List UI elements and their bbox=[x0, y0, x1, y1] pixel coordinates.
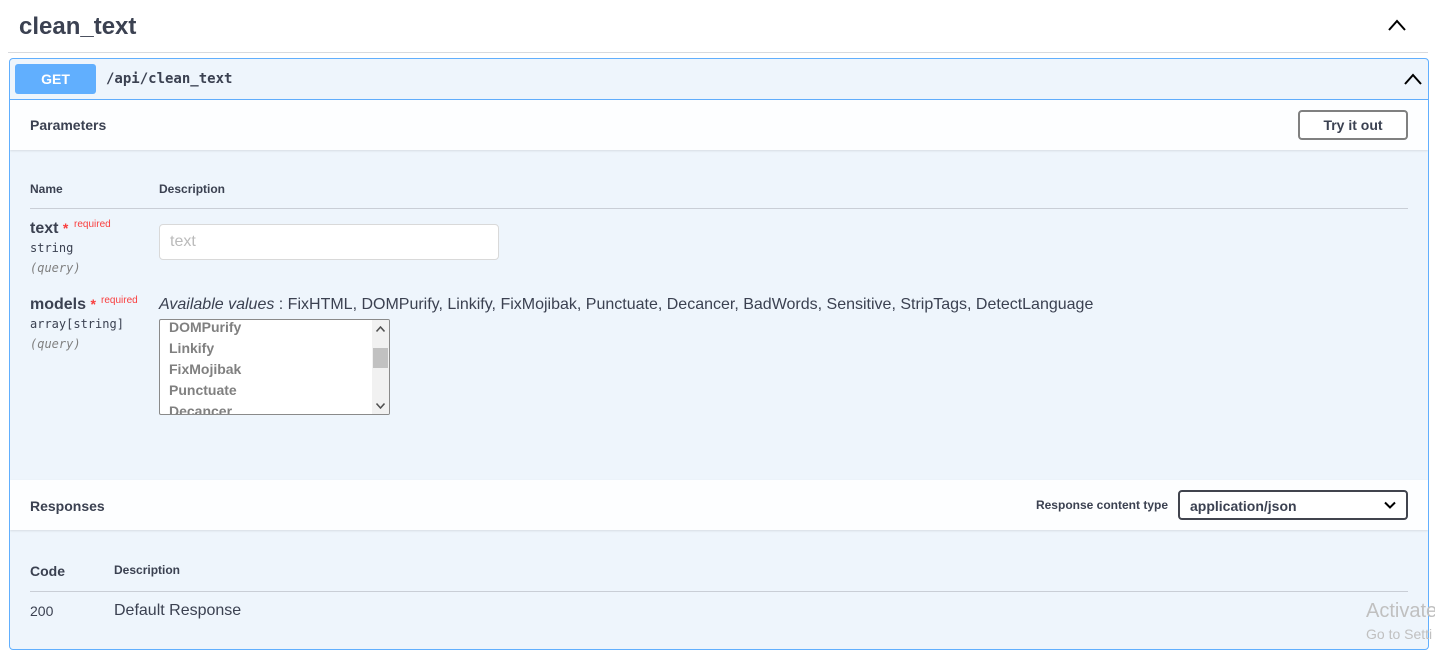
response-code: 200 bbox=[30, 603, 54, 619]
param-name-label: text bbox=[30, 220, 59, 237]
content-type-label: Response content type bbox=[1035, 498, 1168, 512]
scrollbar-thumb[interactable] bbox=[373, 348, 388, 368]
required-star: * bbox=[62, 220, 69, 236]
models-multiselect[interactable]: DOMPurify Linkify FixMojibak Punctuate D… bbox=[159, 319, 390, 415]
param-type: array[string] bbox=[30, 317, 124, 331]
try-it-out-button[interactable]: Try it out bbox=[1298, 110, 1408, 140]
list-option[interactable]: Linkify bbox=[169, 338, 214, 359]
opblock-get: GET /api/clean_text Parameters Try it ou… bbox=[9, 58, 1429, 650]
chevron-down-icon bbox=[1384, 501, 1396, 509]
scroll-up-icon[interactable] bbox=[372, 320, 389, 337]
activation-watermark-subtitle: Go to Setti bbox=[1366, 626, 1433, 642]
scroll-down-icon[interactable] bbox=[372, 397, 389, 414]
param-name-models: models * bbox=[30, 296, 96, 314]
list-option[interactable]: Punctuate bbox=[169, 380, 237, 401]
responses-header: Responses Response content type applicat… bbox=[10, 480, 1428, 530]
available-values-label: Available values bbox=[159, 296, 275, 313]
tag-title[interactable]: clean_text bbox=[19, 13, 136, 41]
parameters-header: Parameters Try it out bbox=[10, 100, 1428, 150]
parameters-title: Parameters bbox=[30, 117, 107, 133]
required-label: required bbox=[101, 295, 138, 306]
param-location: (query) bbox=[30, 261, 81, 275]
method-badge: GET bbox=[15, 64, 96, 94]
col-response-description-header: Description bbox=[114, 563, 181, 577]
required-star: * bbox=[90, 296, 96, 312]
list-option[interactable]: DOMPurify bbox=[169, 320, 241, 338]
responses-title: Responses bbox=[30, 498, 105, 514]
param-location: (query) bbox=[30, 337, 81, 351]
list-option[interactable]: FixMojibak bbox=[169, 359, 241, 380]
chevron-up-icon[interactable] bbox=[1404, 72, 1422, 86]
col-name-header: Name bbox=[30, 182, 63, 196]
activation-watermark-title: Activate bbox=[1366, 600, 1435, 622]
available-values: Available values : FixHTML, DOMPurify, L… bbox=[159, 296, 1093, 314]
content-type-value: application/json bbox=[1190, 498, 1297, 514]
endpoint-path[interactable]: /api/clean_text bbox=[106, 71, 232, 87]
required-label: required bbox=[74, 219, 111, 230]
param-name-label: models bbox=[30, 296, 87, 313]
list-option[interactable]: Decancer bbox=[169, 401, 232, 414]
col-code-header: Code bbox=[30, 563, 65, 579]
col-description-header: Description bbox=[159, 182, 226, 196]
divider bbox=[30, 591, 1408, 592]
tag-header[interactable]: clean_text bbox=[8, 0, 1428, 53]
param-name-text: text * bbox=[30, 220, 68, 238]
divider bbox=[30, 208, 1408, 209]
response-description: Default Response bbox=[114, 602, 242, 619]
text-param-input[interactable] bbox=[159, 224, 499, 260]
chevron-up-icon[interactable] bbox=[1388, 18, 1406, 32]
opblock-summary[interactable]: GET /api/clean_text bbox=[10, 59, 1428, 100]
content-type-select[interactable]: application/json bbox=[1178, 490, 1408, 520]
scrollbar[interactable] bbox=[372, 320, 389, 414]
available-values-list: : FixHTML, DOMPurify, Linkify, FixMojiba… bbox=[274, 296, 1094, 313]
param-type: string bbox=[30, 241, 74, 255]
